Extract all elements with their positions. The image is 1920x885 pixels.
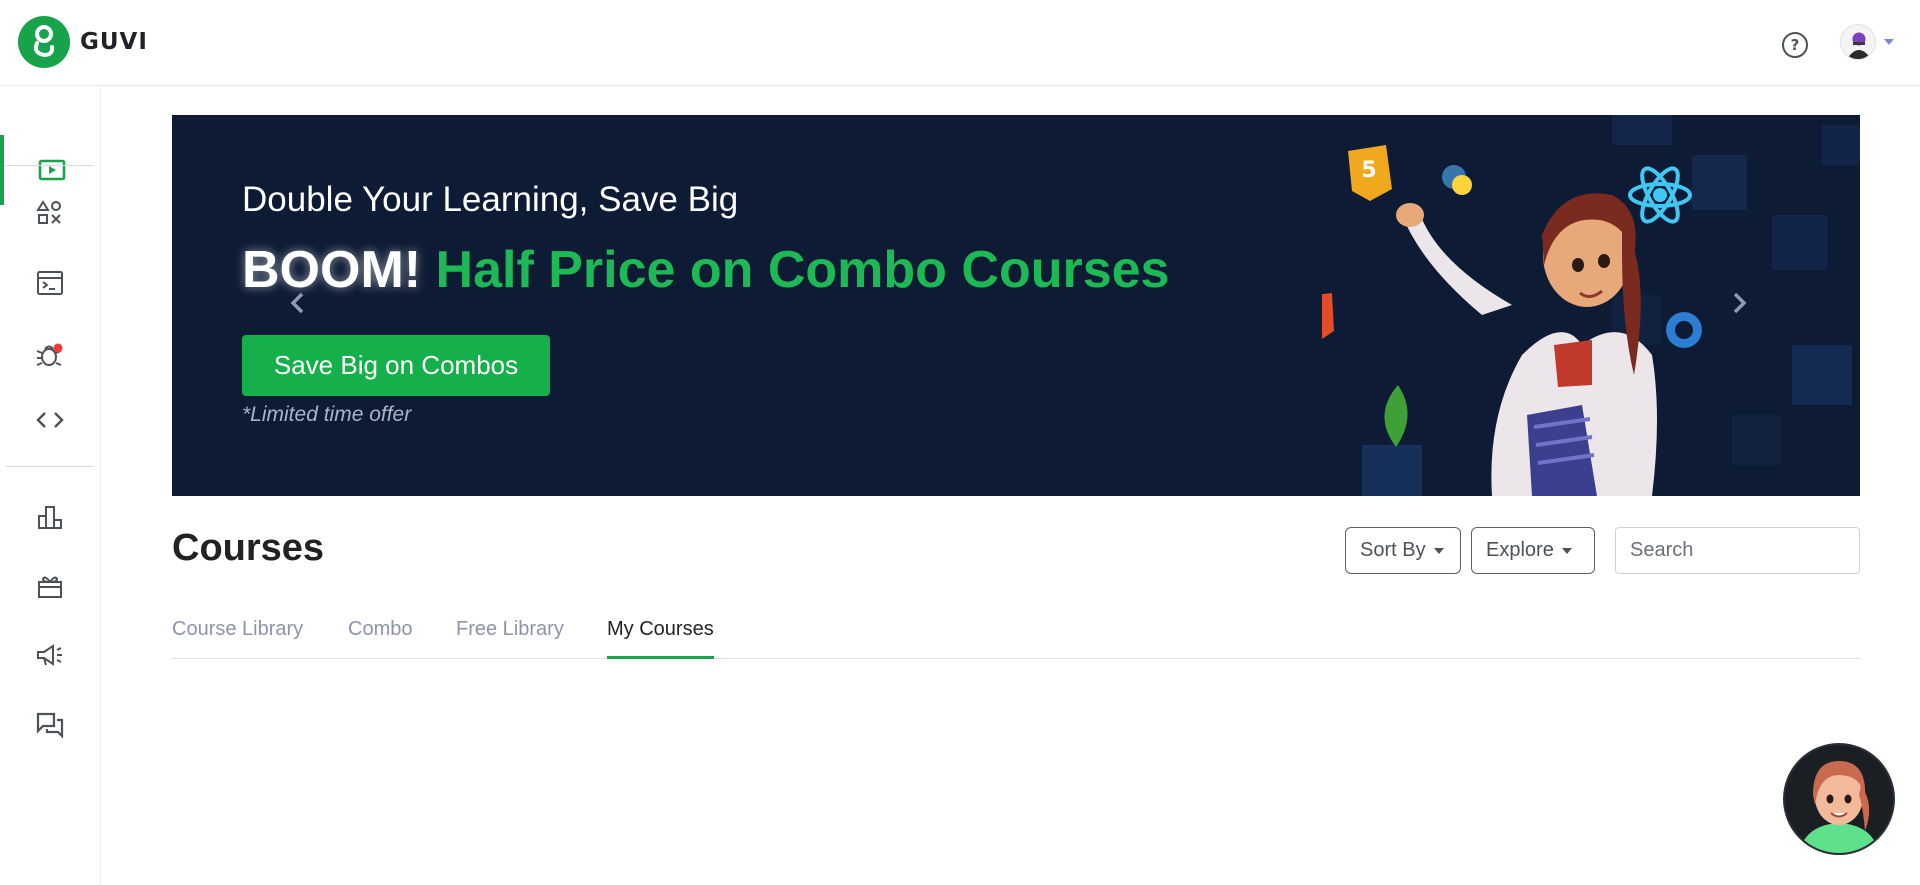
chat-icon [36, 712, 64, 739]
tab-course-library[interactable]: Course Library [172, 618, 303, 659]
help-icon[interactable]: ? [1782, 32, 1808, 58]
sort-by-dropdown[interactable]: Sort By [1345, 527, 1461, 574]
user-avatar[interactable] [1840, 24, 1876, 60]
caret-down-icon [1433, 547, 1444, 554]
leaderboard-icon [38, 506, 62, 529]
chevron-down-icon[interactable] [1884, 39, 1894, 45]
save-big-button[interactable]: Save Big on Combos [242, 335, 550, 396]
c-language-icon [1666, 312, 1702, 348]
sidebar-item-terminal[interactable] [0, 248, 100, 318]
bug-icon [36, 343, 63, 366]
caret-down-icon [1561, 547, 1572, 554]
terminal-icon [37, 271, 63, 295]
girl-character-illustration [1396, 193, 1657, 496]
sidebar-item-shapes[interactable] [0, 178, 100, 248]
svg-text:5: 5 [1361, 158, 1376, 183]
banner-headline-boom: BOOM! [242, 241, 422, 299]
react-logo-icon [1628, 166, 1692, 224]
assistant-avatar-icon [1799, 761, 1879, 853]
chatbot-assistant-button[interactable] [1783, 743, 1895, 855]
banner-headline-offer: Half Price on Combo Courses [435, 241, 1170, 299]
carousel-prev-button[interactable] [282, 288, 312, 318]
megaphone-icon [37, 644, 62, 666]
chevron-left-icon [290, 292, 304, 314]
code-brackets-icon [36, 412, 64, 428]
guvi-logo[interactable]: GUVI [18, 16, 148, 68]
html5-badge-icon: 5 [1322, 293, 1334, 339]
sort-by-label: Sort By [1360, 539, 1426, 561]
promo-banner[interactable]: Double Your Learning, Save Big BOOM! Hal… [172, 115, 1860, 496]
python-logo-icon [1442, 165, 1472, 195]
top-header: GUVI ? [0, 0, 1920, 86]
page-title: Courses [172, 527, 325, 569]
tab-combo[interactable]: Combo [348, 618, 412, 659]
limited-offer-note: *Limited time offer [242, 403, 412, 426]
sidebar-item-rewards[interactable] [0, 551, 100, 621]
logo-text: GUVI [80, 29, 148, 55]
banner-headline: BOOM! Half Price on Combo Courses [242, 240, 1169, 300]
sidebar-item-bug[interactable] [0, 320, 100, 390]
shapes-icon [36, 200, 61, 224]
sidebar [0, 86, 101, 885]
sidebar-item-announcements[interactable] [0, 620, 100, 690]
explore-label: Explore [1486, 539, 1554, 561]
sidebar-divider [6, 466, 94, 467]
search-input[interactable] [1615, 527, 1860, 574]
course-tabs: Course Library Combo Free Library My Cou… [172, 612, 1860, 659]
banner-subtitle: Double Your Learning, Save Big [242, 180, 739, 219]
sidebar-item-leaderboard[interactable] [0, 482, 100, 552]
javascript-badge-icon: 5 [1348, 145, 1392, 201]
mongodb-leaf-icon [1384, 385, 1408, 447]
explore-dropdown[interactable]: Explore [1471, 527, 1595, 574]
sidebar-item-code[interactable] [0, 385, 100, 455]
sidebar-item-forum[interactable] [0, 690, 100, 760]
tab-free-library[interactable]: Free Library [456, 618, 564, 659]
guvi-logo-icon [18, 16, 70, 68]
gift-icon [38, 576, 62, 598]
sidebar-divider [6, 165, 94, 166]
tab-my-courses[interactable]: My Courses [607, 618, 714, 659]
banner-illustration: 5 5 [1322, 145, 1702, 496]
